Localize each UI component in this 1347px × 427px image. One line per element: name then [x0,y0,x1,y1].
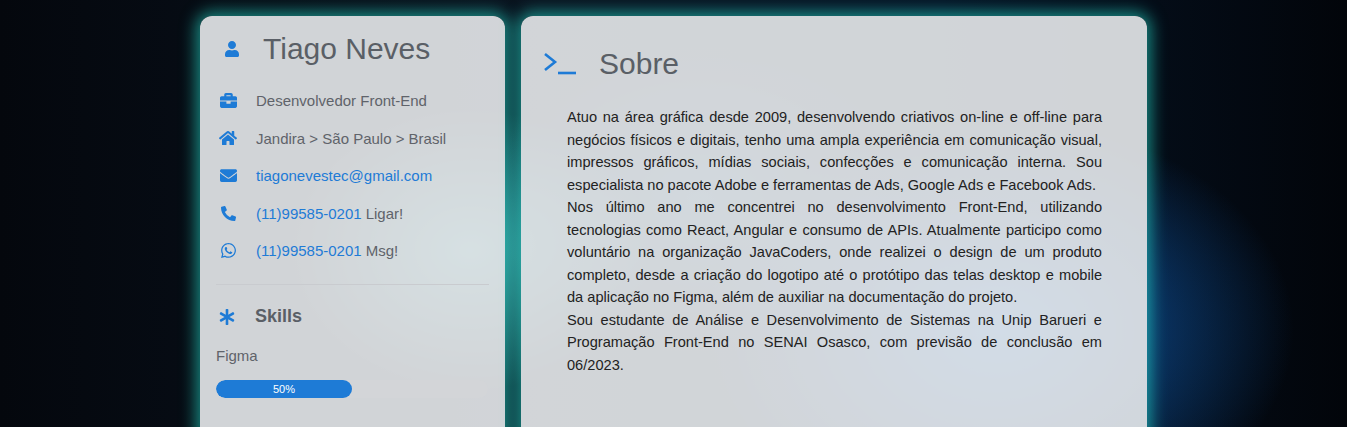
icon-slot [217,129,239,147]
info-text: (11)99585-0201Ligar! [256,205,403,222]
name-row: Tiago Neves [216,28,489,70]
page: Tiago Neves Desenvolvedor Front-End Jandir… [0,0,1347,427]
profile-name: Tiago Neves [263,32,430,66]
info-link[interactable]: tiagonevestec@gmail.com [256,167,432,184]
info-row: Jandira > São Paulo > Brasil [216,120,489,158]
info-text: Desenvolvedor Front-End [256,92,427,109]
skill-fill: 50% [216,380,352,398]
info-row: (11)99585-0201Ligar! [216,195,489,233]
home-icon [219,129,237,147]
user-icon [224,41,240,57]
info-suffix: Ligar! [366,205,404,222]
skill-name: Figma [216,347,489,364]
profile-card: Tiago Neves Desenvolvedor Front-End Jandir… [200,16,505,427]
skill-bar: 50% [216,380,488,398]
skills-title: Skills [255,306,302,327]
skill: Figma 50% [216,347,489,398]
envelope-icon [220,167,237,184]
icon-slot [217,242,239,259]
info-suffix: Msg! [366,242,399,259]
info-link[interactable]: (11)99585-0201 [256,242,362,259]
info-link[interactable]: (11)99585-0201 [256,205,362,222]
info-row: Desenvolvedor Front-End [216,82,489,120]
phone-icon [221,206,236,221]
skills-header: Skills [216,299,489,335]
icon-slot [216,309,238,325]
info-text: tiagonevestec@gmail.com [256,167,432,184]
info-text: Jandira > São Paulo > Brasil [256,130,446,147]
briefcase-icon [220,92,237,109]
whatsapp-icon [220,242,237,259]
about-paragraph: Atuo na área gráfica desde 2009, desenvo… [567,106,1102,196]
about-title: Sobre [599,47,679,81]
about-card: Sobre Atuo na área gráfica desde 2009, de… [521,16,1147,427]
about-paragraph: Sou estudante de Análise e Desenvolvimen… [567,309,1102,377]
terminal-icon [543,51,577,77]
asterisk-icon [219,309,235,325]
about-header: Sobre [543,44,1102,84]
icon-slot [221,41,243,57]
about-body: Atuo na área gráfica desde 2009, desenvo… [543,106,1102,376]
icon-slot [217,167,239,184]
icon-slot [217,92,239,109]
info-row: (11)99585-0201Msg! [216,232,489,270]
info-text: (11)99585-0201Msg! [256,242,398,259]
divider [216,284,489,285]
icon-slot [217,206,239,221]
info-row: tiagonevestec@gmail.com [216,157,489,195]
about-paragraph: Nos último ano me concentrei no desenvol… [567,196,1102,309]
